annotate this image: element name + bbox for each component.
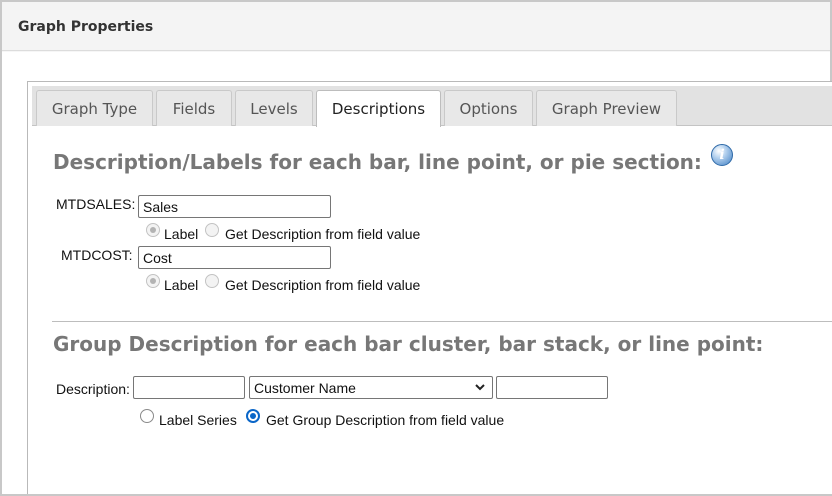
tab-panel [27, 81, 832, 494]
mtdcost-label: MTDCOST: [61, 247, 133, 263]
group-prefix-input[interactable] [133, 376, 245, 399]
group-field-option: Get Group Description from field value [266, 412, 505, 428]
descriptions-heading: Description/Labels for each bar, line po… [53, 150, 702, 174]
label-series-option: Label Series [159, 412, 237, 428]
chevron-down-icon [475, 384, 485, 391]
mtdcost-label-option: Label [164, 277, 199, 293]
dialog-title: Graph Properties [18, 19, 154, 35]
label-series-radio[interactable] [140, 409, 154, 423]
mtdcost-label-radio[interactable] [146, 274, 160, 288]
mtdsales-field-option: Get Description from field value [225, 226, 421, 242]
info-icon[interactable]: i [711, 144, 733, 166]
title-bar: Graph Properties [2, 2, 830, 51]
group-suffix-input[interactable] [496, 376, 608, 399]
tab-graph-preview[interactable]: Graph Preview [536, 90, 677, 126]
mtdsales-input[interactable] [138, 195, 331, 218]
group-field-select-value: Customer Name [254, 379, 356, 396]
mtdsales-label-radio[interactable] [146, 223, 160, 237]
tab-options[interactable]: Options [444, 90, 533, 126]
tab-descriptions[interactable]: Descriptions [316, 90, 441, 127]
mtdsales-label-option: Label [164, 226, 199, 242]
tab-levels[interactable]: Levels [235, 90, 313, 126]
mtdsales-field-radio[interactable] [205, 223, 219, 237]
group-field-radio[interactable] [246, 409, 260, 423]
mtdcost-input[interactable] [138, 246, 331, 269]
group-description-label: Description: [56, 381, 130, 397]
tab-graph-type[interactable]: Graph Type [36, 90, 153, 126]
group-heading: Group Description for each bar cluster, … [53, 332, 764, 356]
section-divider [52, 321, 832, 322]
group-field-select[interactable]: Customer Name [249, 376, 493, 399]
mtdsales-label: MTDSALES: [56, 196, 136, 212]
tab-fields[interactable]: Fields [156, 90, 232, 126]
mtdcost-field-radio[interactable] [205, 274, 219, 288]
mtdcost-field-option: Get Description from field value [225, 277, 421, 293]
